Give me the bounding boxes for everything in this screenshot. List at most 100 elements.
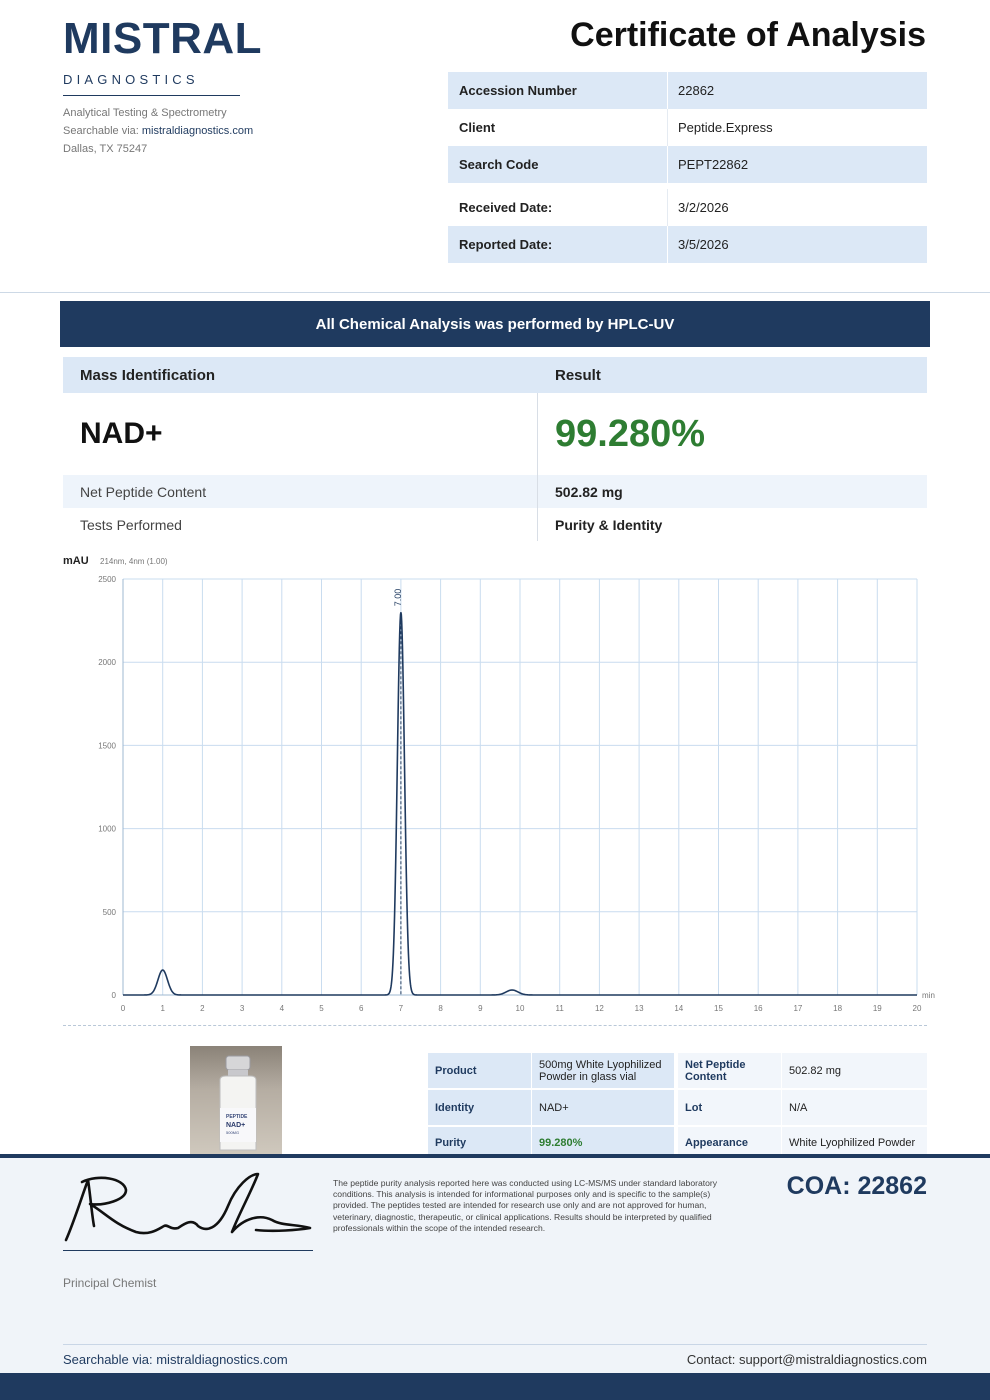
results-header: Mass Identification Result	[63, 357, 927, 393]
product-row: Identity NAD+ Lot N/A	[428, 1090, 927, 1125]
product-label: Lot	[678, 1090, 781, 1125]
meta-label: Reported Date:	[448, 226, 668, 263]
results-row-label: Tests Performed	[63, 508, 538, 541]
brand-name: MISTRAL	[63, 14, 263, 63]
product-table: Product 500mg White Lyophilized Powder i…	[428, 1053, 927, 1161]
product-vial-image: PEPTIDE NAD+ 500MG	[190, 1046, 282, 1154]
meta-row: Search Code PEPT22862	[448, 146, 927, 183]
coa-number: COA: 22862	[786, 1172, 927, 1200]
brand-website-link[interactable]: mistraldiagnostics.com	[142, 125, 253, 137]
results-col-result-header: Result	[555, 366, 601, 384]
meta-value: Peptide.Express	[678, 120, 773, 135]
results-row-value: 502.82 mg	[555, 483, 623, 500]
meta-value: 3/5/2026	[678, 237, 729, 252]
x-tick-label: 14	[674, 1004, 683, 1013]
product-label: Product	[428, 1053, 531, 1088]
x-tick-label: 4	[280, 1004, 285, 1013]
y-tick-label: 0	[112, 991, 117, 1000]
document-title: Certificate of Analysis	[570, 16, 926, 54]
chart-divider	[63, 1025, 927, 1026]
disclaimer-text: The peptide purity analysis reported her…	[333, 1178, 718, 1233]
x-tick-label: 7	[399, 1004, 404, 1013]
x-tick-label: 6	[359, 1004, 364, 1013]
product-value: N/A	[781, 1090, 927, 1125]
footer-divider	[63, 1344, 927, 1345]
y-tick-label: 1000	[98, 825, 116, 834]
x-tick-label: 13	[635, 1004, 644, 1013]
x-tick-label: 18	[833, 1004, 842, 1013]
header-divider	[0, 292, 990, 293]
brand-subtitle: DIAGNOSTICS	[63, 72, 199, 87]
x-tick-label: 1	[160, 1004, 165, 1013]
meta-row: Reported Date: 3/5/2026	[448, 226, 927, 263]
footer-contact[interactable]: Contact: support@mistraldiagnostics.com	[687, 1352, 927, 1367]
meta-label: Received Date:	[448, 189, 668, 226]
vial-label-text: PEPTIDE	[226, 1114, 248, 1120]
meta-label: Accession Number	[448, 72, 668, 109]
vial-label-dose: 500MG	[226, 1130, 239, 1135]
x-tick-label: 3	[240, 1004, 245, 1013]
meta-row: Accession Number 22862	[448, 72, 927, 109]
product-value: NAD+	[531, 1090, 674, 1125]
signature-line	[63, 1250, 313, 1251]
brand-tagline: Analytical Testing & Spectrometry	[63, 107, 227, 119]
meta-table: Accession Number 22862 Client Peptide.Ex…	[448, 72, 927, 263]
x-tick-label: 16	[754, 1004, 763, 1013]
meta-label: Search Code	[448, 146, 668, 183]
product-label: Identity	[428, 1090, 531, 1125]
searchable-prefix: Searchable via:	[63, 125, 142, 137]
x-tick-label: 9	[478, 1004, 483, 1013]
meta-row: Client Peptide.Express	[448, 109, 927, 146]
method-banner: All Chemical Analysis was performed by H…	[60, 301, 930, 347]
x-tick-label: 11	[556, 1004, 565, 1013]
meta-value: 3/2/2026	[678, 200, 729, 215]
product-value: 502.82 mg	[781, 1053, 927, 1088]
results-row: Tests Performed Purity & Identity	[63, 508, 927, 541]
bottom-bar	[0, 1373, 990, 1400]
brand-info: Analytical Testing & Spectrometry Search…	[63, 104, 303, 158]
x-tick-label: 17	[793, 1004, 802, 1013]
compound-name: NAD+	[63, 393, 538, 475]
x-axis-label: min	[922, 991, 935, 1000]
product-label: Net Peptide Content	[678, 1053, 781, 1088]
x-tick-label: 20	[913, 1004, 922, 1013]
vial-label-compound: NAD+	[226, 1122, 245, 1129]
x-tick-label: 8	[438, 1004, 443, 1013]
meta-label: Client	[448, 109, 668, 146]
x-tick-label: 5	[319, 1004, 324, 1013]
results-main-row: NAD+ 99.280%	[63, 393, 927, 475]
results-table: Mass Identification Result NAD+ 99.280% …	[63, 357, 927, 541]
chromatogram-chart: mAU 214nm, 4nm (1.00) min 0 1 2 3 4 5 6 7 8 9 10 11…	[63, 555, 935, 1013]
results-row-value: Purity & Identity	[555, 516, 663, 533]
peak-label: 7.00	[393, 589, 403, 607]
meta-value: PEPT22862	[678, 157, 749, 172]
x-tick-label: 15	[714, 1004, 723, 1013]
x-tick-label: 0	[121, 1004, 126, 1013]
y-tick-label: 2500	[98, 575, 116, 584]
y-tick-label: 500	[103, 908, 117, 917]
signer-title: Principal Chemist	[63, 1276, 157, 1290]
y-tick-label: 2000	[98, 658, 116, 667]
x-tick-label: 19	[873, 1004, 882, 1013]
brand-divider	[63, 95, 240, 96]
results-row: Net Peptide Content 502.82 mg	[63, 475, 927, 508]
product-value: 500mg White Lyophilized Powder in glass …	[531, 1053, 674, 1088]
x-tick-label: 2	[200, 1004, 205, 1013]
x-tick-label: 12	[595, 1004, 604, 1013]
meta-row: Received Date: 3/2/2026	[448, 189, 927, 226]
signature-image	[64, 1172, 312, 1242]
x-tick-label: 10	[516, 1004, 525, 1013]
results-col-mass-header: Mass Identification	[80, 366, 216, 384]
y-tick-label: 1500	[98, 741, 116, 750]
footer-searchable-link[interactable]: Searchable via: mistraldiagnostics.com	[63, 1352, 288, 1367]
brand-location: Dallas, TX 75247	[63, 143, 148, 155]
purity-result: 99.280%	[555, 412, 706, 455]
detector-note: 214nm, 4nm (1.00)	[100, 557, 168, 566]
brand-block: MISTRAL DIAGNOSTICS Analytical Testing &…	[63, 14, 303, 158]
footer: Principal Chemist The peptide purity ana…	[0, 1154, 990, 1400]
y-axis-label: mAU	[63, 555, 89, 567]
vial-illustration: PEPTIDE NAD+ 500MG	[219, 1055, 257, 1151]
results-row-label: Net Peptide Content	[63, 475, 538, 508]
meta-value: 22862	[678, 83, 715, 98]
product-row: Product 500mg White Lyophilized Powder i…	[428, 1053, 927, 1088]
